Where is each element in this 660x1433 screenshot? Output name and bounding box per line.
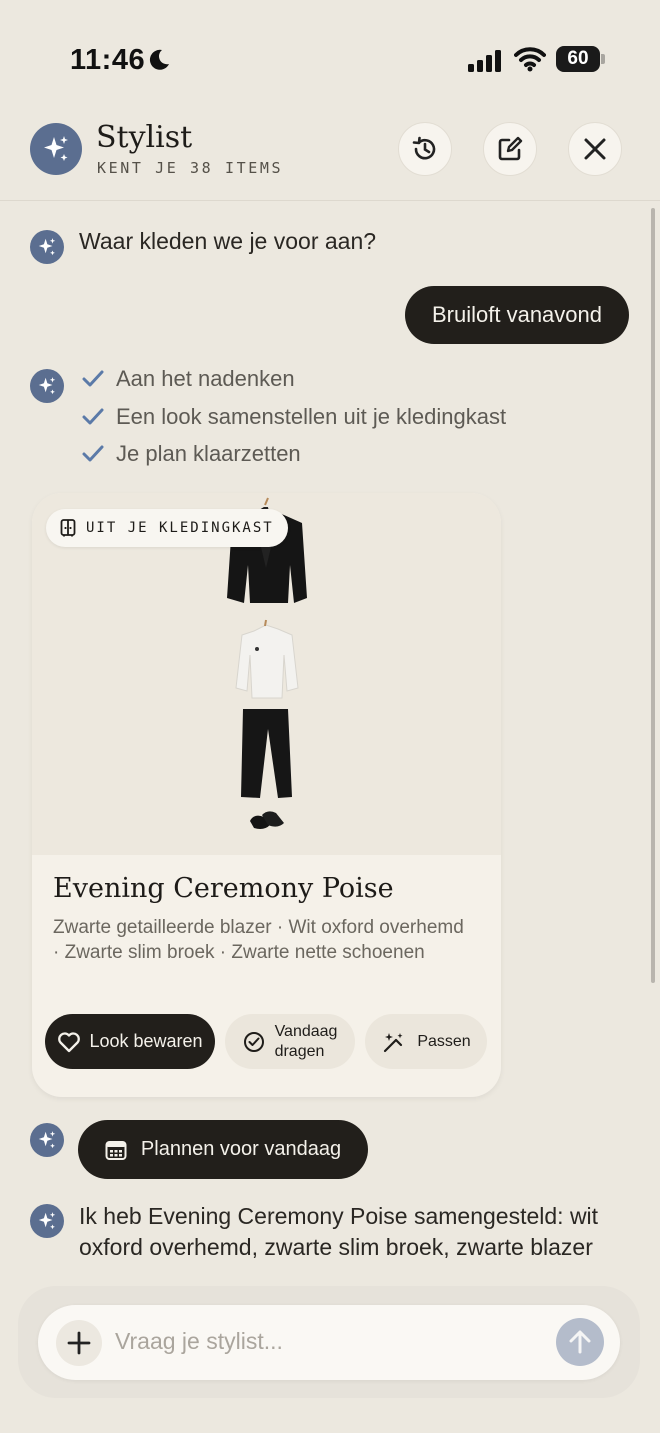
look-title: Evening Ceremony Poise (53, 873, 394, 904)
sparkles-icon (38, 1131, 56, 1149)
wear-today-line1: Vandaag (274, 1022, 338, 1040)
page-title: Stylist (96, 120, 193, 155)
header-divider (0, 200, 660, 201)
save-look-button[interactable]: Look bewaren (45, 1014, 215, 1069)
fit-label: Passen (417, 1032, 471, 1050)
plus-icon (67, 1331, 91, 1355)
wardrobe-tag: UIT JE KLEDINGKAST (46, 509, 288, 547)
step-label: Een look samenstellen uit je kledingkast (116, 404, 507, 429)
assistant-avatar (30, 369, 64, 403)
sparkles-icon (44, 136, 68, 161)
composer-placeholder: Vraag je stylist... (115, 1328, 283, 1354)
battery-cap (601, 54, 605, 64)
wifi-icon (514, 47, 546, 72)
step-item: Aan het nadenken (78, 366, 295, 392)
magic-wand-icon (384, 1032, 403, 1052)
plan-for-today-label: Plannen voor vandaag (140, 1138, 342, 1160)
check-circle-icon (243, 1031, 264, 1052)
sparkles-icon (38, 1212, 56, 1230)
checkmark-icon (82, 445, 104, 462)
assistant-avatar (30, 230, 64, 264)
outfit-image (32, 493, 501, 855)
step-label: Aan het nadenken (116, 366, 295, 391)
scrollbar[interactable] (651, 208, 655, 983)
add-attachment-button[interactable] (56, 1320, 102, 1366)
checkmark-icon (82, 370, 104, 387)
checkmark-icon (82, 408, 104, 425)
sparkles-icon (38, 377, 56, 395)
wardrobe-icon (60, 519, 76, 537)
cellular-signal-icon (468, 50, 501, 72)
user-message-bubble: Bruiloft vanavond (405, 286, 629, 344)
moon-icon (149, 49, 169, 70)
new-chat-button[interactable] (483, 122, 537, 176)
arrow-up-icon (569, 1330, 591, 1354)
close-icon (584, 138, 606, 160)
heart-icon (58, 1031, 81, 1052)
wear-today-label: Vandaag dragen (275, 1022, 338, 1062)
step-item: Je plan klaarzetten (78, 441, 301, 467)
step-label: Je plan klaarzetten (116, 441, 301, 466)
look-description: Zwarte getailleerde blazer · Wit oxford … (53, 917, 464, 963)
compose-icon (498, 136, 523, 161)
history-icon (412, 136, 436, 160)
wear-today-line2: dragen (274, 1042, 325, 1060)
sparkles-icon (38, 238, 56, 256)
fit-button[interactable]: Passen (365, 1014, 487, 1069)
calendar-icon (105, 1140, 127, 1160)
assistant-avatar (30, 1204, 64, 1238)
close-button[interactable] (568, 122, 622, 176)
step-item: Een look samenstellen uit je kledingkast (78, 404, 506, 430)
item-count-subtitle: KENT JE 38 ITEMS (97, 159, 284, 177)
wardrobe-tag-label: UIT JE KLEDINGKAST (86, 520, 274, 536)
assistant-avatar (30, 1123, 64, 1157)
assistant-message: Waar kleden we je voor aan? (79, 228, 377, 254)
status-time: 11:46 (70, 44, 146, 76)
outfit-card[interactable]: UIT JE KLEDINGKAST Evening Ceremony Pois… (32, 493, 501, 1097)
history-button[interactable] (398, 122, 452, 176)
assistant-summary-message: Ik heb Evening Ceremony Poise samengeste… (79, 1203, 599, 1260)
plan-for-today-button[interactable]: Plannen voor vandaag (78, 1120, 368, 1179)
save-look-label: Look bewaren (89, 1031, 203, 1051)
stylist-avatar (30, 123, 82, 175)
wear-today-button[interactable]: Vandaag dragen (225, 1014, 355, 1069)
battery-indicator: 60 (556, 46, 600, 72)
outfit-illustration (227, 497, 307, 829)
send-button[interactable] (556, 1318, 604, 1366)
